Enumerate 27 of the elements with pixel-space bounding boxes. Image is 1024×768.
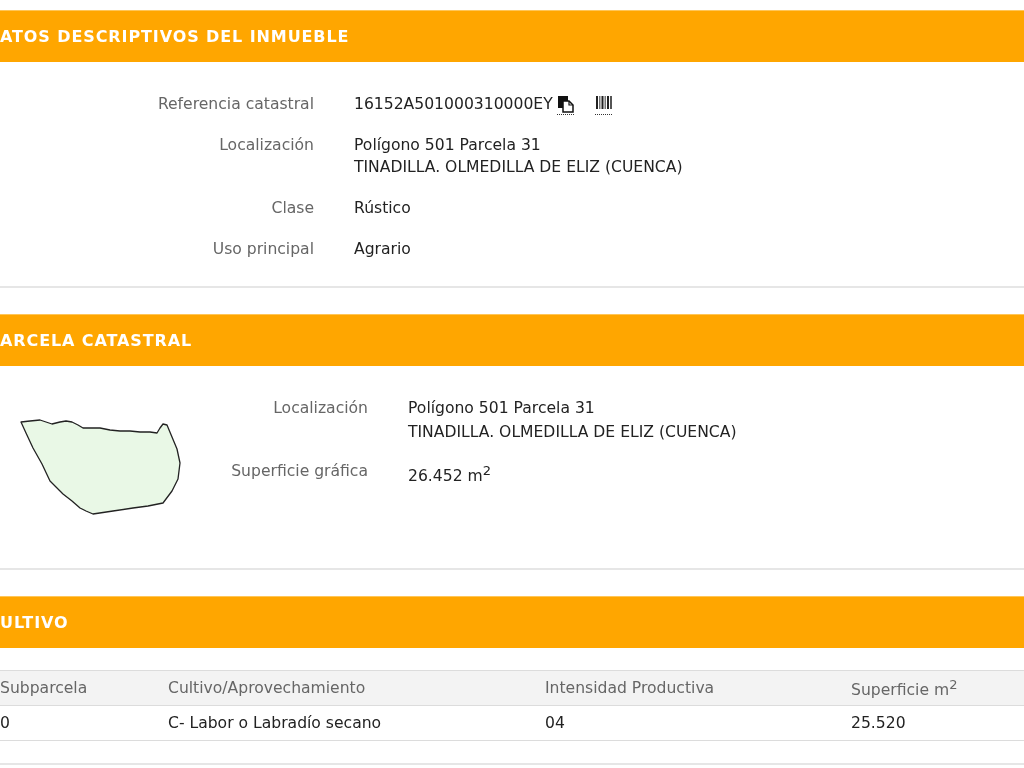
field-value: 16152A501000310000EY: [354, 94, 553, 115]
column-header: Intensidad Productiva: [545, 679, 715, 697]
field-value: Polígono 501 Parcela 31: [354, 135, 541, 156]
field-value: 26.452 m$^{2}$: [408, 462, 491, 488]
column-header: Superficie m$^{2}$: [851, 681, 958, 700]
column-header: Cultivo/Aprovechamiento: [168, 679, 366, 697]
section-header: ATOS DESCRIPTIVOS DEL INMUEBLE: [0, 10, 1024, 62]
field-value: TINADILLA. OLMEDILLA DE ELIZ (CUENCA): [354, 157, 683, 178]
table-cell: 0: [0, 714, 10, 732]
table-cell: 04: [545, 714, 565, 732]
barcode-icon[interactable]: [594, 95, 613, 115]
section-header: ULTIVO: [0, 596, 1024, 648]
field-label: Clase: [270, 198, 314, 219]
field-label: Localización: [272, 398, 368, 419]
field-value: TINADILLA. OLMEDILLA DE ELIZ (CUENCA): [408, 422, 737, 443]
field-label: Localización: [218, 135, 314, 156]
table-cell: C- Labor o Labradío secano: [168, 714, 382, 732]
column-header: Subparcela: [0, 679, 88, 697]
field-label: Superficie gráfica: [230, 461, 368, 482]
field-value: Agrario: [354, 239, 411, 260]
field-label: Referencia catastral: [156, 94, 314, 115]
section-header: ARCELA CATASTRAL: [0, 314, 1024, 366]
copy-icon[interactable]: [556, 95, 575, 115]
table-cell: 25.520: [851, 714, 906, 732]
field-value: Polígono 501 Parcela 31: [408, 398, 595, 419]
field-value: Rústico: [354, 198, 411, 219]
field-label: Uso principal: [211, 239, 314, 260]
